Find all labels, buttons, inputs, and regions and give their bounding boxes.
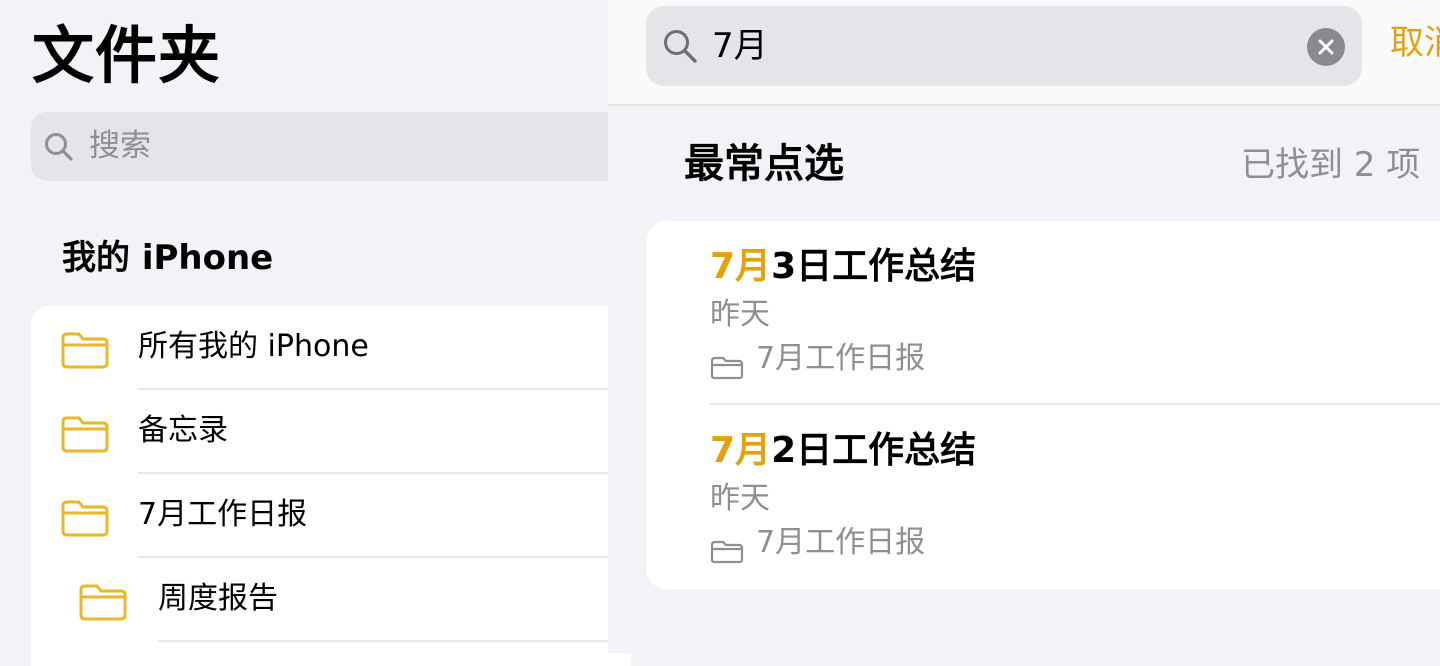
folder-item-weekly-report[interactable]: 周度报告 (31, 558, 631, 642)
folders-sidebar: 文件夹 搜索 我的 iPhone 所有我的 iPhone 备忘录 7月工作日报 (0, 0, 631, 666)
section-title-my-iphone: 我的 iPhone (62, 238, 274, 278)
title-match-highlight: 7月 (710, 246, 772, 287)
folder-icon (710, 535, 744, 575)
cancel-button[interactable]: 取消 (1390, 20, 1440, 66)
sidebar-search-field[interactable]: 搜索 (31, 112, 631, 181)
folder-label: 备忘录 (138, 413, 228, 448)
search-query-text: 7月 (712, 26, 768, 66)
search-icon (662, 28, 698, 68)
search-results-panel: 7月 取消 最常点选 已找到 2 项 7月3日工作总结 昨天 7月工作日报 7月… (608, 0, 1440, 653)
folder-label: 7月工作日报 (138, 497, 308, 532)
title-rest: 3日工作总结 (771, 246, 977, 287)
note-folder-name: 7月工作日报 (756, 525, 926, 560)
close-icon (1318, 39, 1334, 55)
results-list: 7月3日工作总结 昨天 7月工作日报 7月2日工作总结 昨天 7月工作日报 (646, 221, 1440, 589)
note-folder-name: 7月工作日报 (756, 341, 926, 376)
search-input[interactable]: 7月 (646, 6, 1362, 86)
title-match-highlight: 7月 (710, 430, 772, 471)
note-result-item[interactable]: 7月3日工作总结 昨天 7月工作日报 (646, 221, 1440, 405)
results-count: 已找到 2 项 (1241, 145, 1421, 185)
folder-icon (60, 414, 110, 458)
folder-item-notes[interactable]: 备忘录 (31, 390, 631, 474)
folder-icon (710, 351, 744, 391)
folder-label: 周度报告 (158, 581, 278, 616)
note-title: 7月3日工作总结 (710, 243, 976, 291)
note-result-item[interactable]: 7月2日工作总结 昨天 7月工作日报 (646, 405, 1440, 589)
title-rest: 2日工作总结 (771, 430, 977, 471)
folder-icon (78, 582, 128, 626)
folder-item-all-iphone[interactable]: 所有我的 iPhone (31, 306, 631, 390)
note-date: 昨天 (710, 297, 770, 332)
note-title: 7月2日工作总结 (710, 427, 976, 475)
folder-icon (60, 498, 110, 542)
folder-list: 所有我的 iPhone 备忘录 7月工作日报 周度报告 (31, 306, 631, 666)
search-bar: 7月 取消 (608, 0, 1440, 106)
folder-item-july-daily[interactable]: 7月工作日报 (31, 474, 631, 558)
folder-icon (60, 330, 110, 374)
results-section-title: 最常点选 (684, 141, 844, 187)
note-date: 昨天 (710, 481, 770, 516)
folder-label: 所有我的 iPhone (138, 329, 369, 364)
search-placeholder: 搜索 (89, 128, 151, 164)
search-icon (44, 132, 74, 166)
clear-search-button[interactable] (1307, 28, 1345, 66)
sidebar-title: 文件夹 (32, 19, 222, 92)
row-divider (158, 640, 631, 642)
